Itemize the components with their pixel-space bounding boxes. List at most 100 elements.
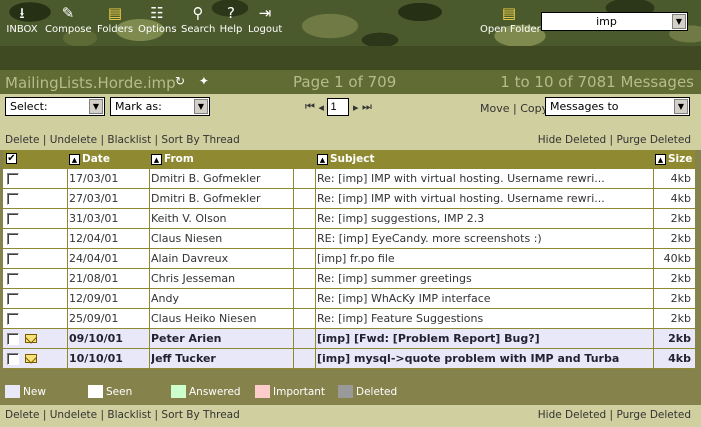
delete-link[interactable]: Delete (5, 409, 40, 421)
row-subject[interactable]: [imp] [Fwd: [Problem Report] Bug?] (317, 332, 655, 345)
row-checkbox[interactable] (7, 173, 19, 185)
subject-header[interactable]: ▲ Subject (317, 153, 375, 165)
help-label: Help (219, 24, 243, 35)
row-date: 12/09/01 (69, 292, 119, 305)
column-divider (293, 269, 294, 289)
row-checkbox[interactable] (7, 233, 19, 245)
chevron-down-icon[interactable]: ▼ (674, 99, 688, 114)
row-checkbox[interactable] (7, 253, 19, 265)
undelete-link[interactable]: Undelete (50, 409, 97, 421)
blacklist-link[interactable]: Blacklist (107, 409, 151, 421)
table-row[interactable]: 09/10/01 Peter Arien [imp] [Fwd: [Problem … (3, 329, 695, 349)
row-from[interactable]: Chris Jesseman (151, 272, 291, 285)
select-dropdown[interactable]: Select: ▼ (5, 97, 105, 116)
column-divider (315, 289, 316, 309)
select-all-checkbox[interactable]: ✔ (6, 153, 17, 164)
folder-select[interactable]: imp ▼ (541, 12, 688, 31)
chevron-down-icon[interactable]: ▼ (194, 99, 208, 114)
help-icon: ? (227, 4, 235, 22)
row-from[interactable]: Claus Niesen (151, 232, 291, 245)
row-size: 2kb (668, 332, 691, 345)
row-from[interactable]: Alain Davreux (151, 252, 291, 265)
size-header[interactable]: ▲ Size (655, 153, 692, 165)
logout-button[interactable]: ⇥ Logout (248, 4, 282, 35)
help-button[interactable]: ? Help (219, 4, 243, 35)
table-row[interactable]: 10/10/01 Jeff Tucker [imp] mysql->quote pr… (3, 349, 695, 369)
next-page-icon[interactable]: ▸ (353, 101, 359, 114)
table-row[interactable]: 25/09/01 Claus Heiko Niesen Re: [imp] Feat… (3, 309, 695, 329)
row-subject[interactable]: [imp] fr.po file (317, 252, 655, 265)
sort-up-icon[interactable]: ▲ (655, 153, 666, 165)
filter-icon[interactable]: ✦ (199, 74, 209, 88)
mark-as-dropdown[interactable]: Mark as: ▼ (110, 97, 210, 116)
first-page-icon[interactable]: ⏮ (305, 100, 315, 114)
previous-page-icon[interactable]: ◂ (318, 101, 324, 114)
row-from[interactable]: Dmitri B. Gofmekler (151, 192, 291, 205)
sort-by-thread-link[interactable]: Sort By Thread (161, 134, 239, 146)
table-row[interactable]: 21/08/01 Chris Jesseman Re: [imp] summer g… (3, 269, 695, 289)
blacklist-link[interactable]: Blacklist (107, 134, 151, 146)
last-page-icon[interactable]: ⏭ (362, 100, 372, 114)
refresh-icon[interactable]: ↻ (175, 74, 185, 88)
from-header[interactable]: ▲ From (151, 153, 194, 165)
row-subject[interactable]: Re: [imp] WhAcKy IMP interface (317, 292, 655, 305)
sort-up-icon[interactable]: ▲ (317, 153, 328, 165)
options-button[interactable]: ☷ Options (138, 4, 177, 35)
row-from[interactable]: Dmitri B. Gofmekler (151, 172, 291, 185)
table-row[interactable]: 12/09/01 Andy Re: [imp] WhAcKy IMP interfa… (3, 289, 695, 309)
row-from[interactable]: Keith V. Olson (151, 212, 291, 225)
sort-up-icon[interactable]: ▲ (69, 153, 80, 165)
page-number-input[interactable] (327, 98, 350, 116)
delete-link[interactable]: Delete (5, 134, 40, 146)
row-checkbox[interactable] (7, 273, 19, 285)
open-folder-button[interactable]: ▤ Open Folder (480, 4, 541, 35)
title-icons: ↻ ✦ (175, 74, 209, 88)
open-folder-label: Open Folder (480, 24, 541, 35)
legend-swatch (171, 385, 186, 398)
undelete-link[interactable]: Undelete (50, 134, 97, 146)
search-button[interactable]: ⚲ Search (181, 4, 215, 35)
table-row[interactable]: 24/04/01 Alain Davreux [imp] fr.po file 40k… (3, 249, 695, 269)
purge-deleted-link[interactable]: Purge Deleted (616, 409, 691, 421)
row-subject[interactable]: Re: [imp] suggestions, IMP 2.3 (317, 212, 655, 225)
row-subject[interactable]: [imp] mysql->quote problem with IMP and … (317, 352, 655, 365)
folders-button[interactable]: ▤ Folders (96, 4, 134, 35)
row-from[interactable]: Claus Heiko Niesen (151, 312, 291, 325)
move-link[interactable]: Move (480, 102, 510, 115)
hide-deleted-link[interactable]: Hide Deleted (538, 134, 606, 146)
row-checkbox[interactable] (7, 193, 19, 205)
copy-link[interactable]: Copy (520, 102, 548, 115)
column-divider (67, 169, 68, 189)
sort-up-icon[interactable]: ▲ (151, 153, 162, 165)
row-subject[interactable]: RE: [imp] EyeCandy. more screenshots :) (317, 232, 655, 245)
row-from[interactable]: Peter Arien (151, 332, 291, 345)
table-row[interactable]: 31/03/01 Keith V. Olson Re: [imp] suggesti… (3, 209, 695, 229)
row-from[interactable]: Andy (151, 292, 291, 305)
purge-deleted-link[interactable]: Purge Deleted (616, 134, 691, 146)
row-checkbox[interactable] (7, 293, 19, 305)
sort-by-thread-link[interactable]: Sort By Thread (161, 409, 239, 421)
table-row[interactable]: 12/04/01 Claus Niesen RE: [imp] EyeCandy. … (3, 229, 695, 249)
table-row[interactable]: 27/03/01 Dmitri B. Gofmekler Re: [imp] IMP… (3, 189, 695, 209)
chevron-down-icon[interactable]: ▼ (89, 99, 103, 114)
column-divider (293, 209, 294, 229)
column-divider (67, 349, 68, 369)
compose-button[interactable]: ✎ Compose (45, 4, 92, 35)
row-checkbox[interactable] (7, 213, 19, 225)
table-row[interactable]: 17/03/01 Dmitri B. Gofmekler Re: [imp] IMP… (3, 169, 695, 189)
hide-deleted-link[interactable]: Hide Deleted (538, 409, 606, 421)
row-subject[interactable]: Re: [imp] Feature Suggestions (317, 312, 655, 325)
row-checkbox[interactable] (7, 353, 19, 365)
messages-to-dropdown[interactable]: Messages to ▼ (545, 97, 690, 116)
row-checkbox[interactable] (7, 333, 19, 345)
chevron-down-icon[interactable]: ▼ (672, 14, 686, 29)
row-subject[interactable]: Re: [imp] IMP with virtual hosting. User… (317, 192, 655, 205)
inbox-button[interactable]: ⭳ INBOX (4, 4, 40, 35)
row-subject[interactable]: Re: [imp] IMP with virtual hosting. User… (317, 172, 655, 185)
row-from[interactable]: Jeff Tucker (151, 352, 291, 365)
date-header[interactable]: ▲ Date (69, 153, 110, 165)
column-divider (149, 169, 150, 189)
row-subject[interactable]: Re: [imp] summer greetings (317, 272, 655, 285)
message-table: ✔ ▲ Date ▲ From ▲ Subject ▲ Size 17/03/01 Dmi… (3, 150, 695, 369)
row-checkbox[interactable] (7, 313, 19, 325)
